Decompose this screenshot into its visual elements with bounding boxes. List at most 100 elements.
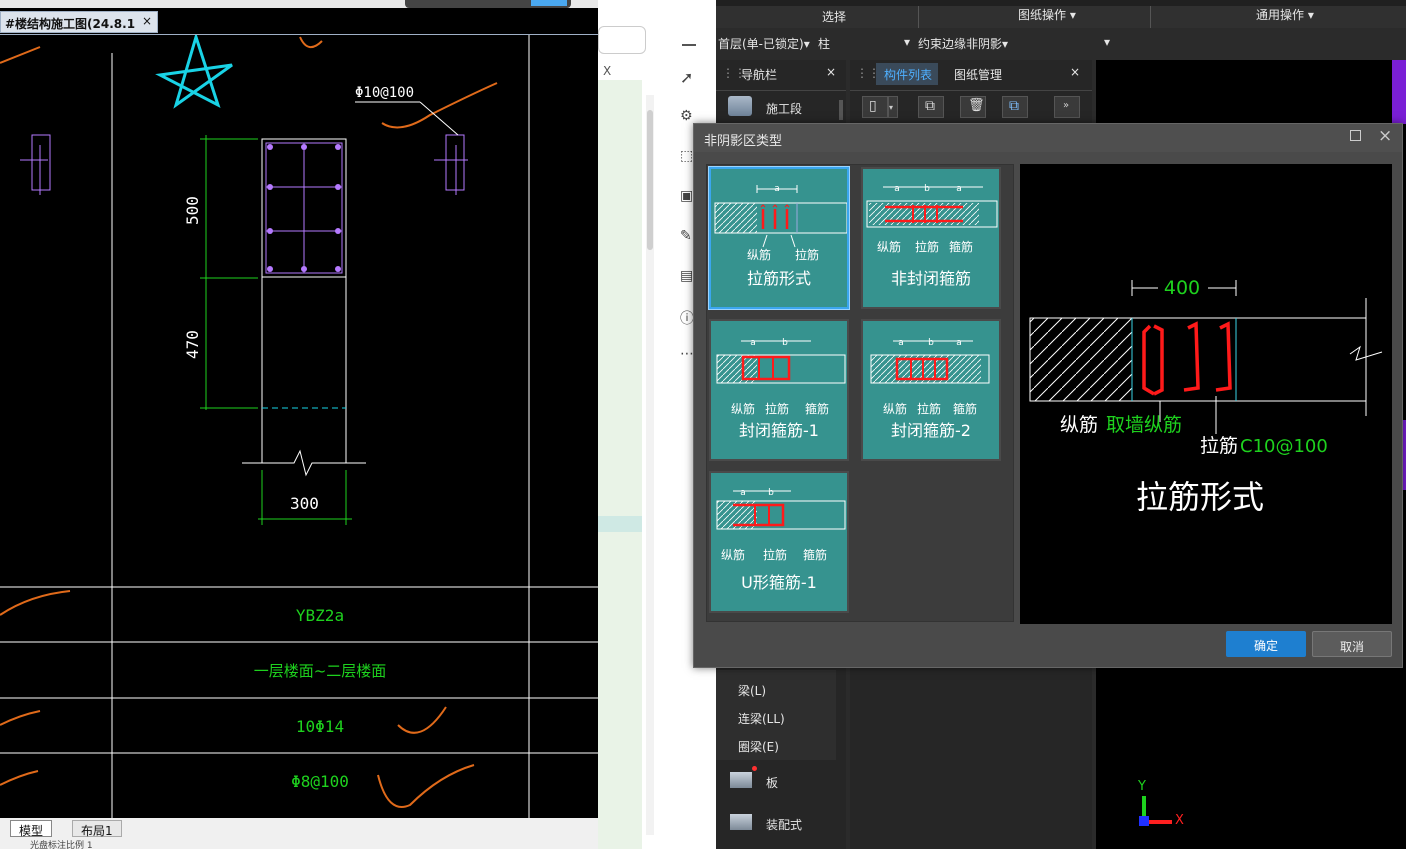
cad-tab-close-icon[interactable]: × xyxy=(142,14,152,28)
nav-item-coupling-beam[interactable]: 连梁(LL) xyxy=(738,710,785,727)
option-u-stirrup-1[interactable]: a b 纵筋 拉筋 箍筋 U形箍筋-1 xyxy=(709,471,849,613)
option-tie-bar-form[interactable]: a 纵筋 拉筋 拉筋形式 xyxy=(708,166,850,310)
type-combo-value: 柱 xyxy=(818,37,831,51)
preview-diagram: 400 纵筋 取墙纵筋 拉筋 C10@100 拉筋形式 xyxy=(1029,276,1383,516)
annot-long-rebar: 纵筋 xyxy=(877,239,901,254)
annot-stirrup: 箍筋 xyxy=(949,239,973,254)
annot-stirrup: 箍筋 xyxy=(953,401,977,416)
double-chevron-right-icon: » xyxy=(1063,100,1070,111)
cad-table-name: YBZ2a xyxy=(296,606,344,625)
screen: #楼结构施工图(24.8.1 × 500 470 300 Φ10@100 YBZ… xyxy=(0,0,1406,849)
annot-tie-bar: 拉筋 xyxy=(917,401,941,416)
more-icon[interactable]: ⋯ xyxy=(680,346,694,362)
preview-pane: 400 纵筋 取墙纵筋 拉筋 C10@100 拉筋形式 xyxy=(1020,164,1392,624)
adjust-icon[interactable]: ⚙ xyxy=(680,108,693,124)
axis-y-label: Y xyxy=(1138,779,1146,794)
nav-sublist: 梁(L) 连梁(LL) 圈梁(E) xyxy=(716,670,836,760)
dialog-title: 非阴影区类型 xyxy=(704,134,783,149)
tab-model[interactable]: 模型 xyxy=(10,820,53,838)
annot-long-rebar: 纵筋 xyxy=(731,401,755,416)
menu-select[interactable]: 选择 xyxy=(822,8,846,25)
floating-toolbar-active-button[interactable] xyxy=(531,0,567,6)
cancel-button[interactable]: 取消 xyxy=(1312,631,1392,657)
ok-button[interactable]: 确定 xyxy=(1226,631,1306,657)
layer-copy-button[interactable]: ⧉ xyxy=(1002,96,1028,118)
divider xyxy=(850,90,1092,91)
construction-segment-icon xyxy=(728,96,752,116)
mid-scrollbar-thumb[interactable] xyxy=(647,110,653,250)
option-closed-stirrup-2[interactable]: a b a 纵筋 拉筋 箍筋 封闭箍筋-2 xyxy=(861,319,1001,461)
crop-icon[interactable]: ⬚ xyxy=(680,148,693,164)
tab-layout1[interactable]: 布局1 xyxy=(72,820,122,838)
mid-search-box[interactable] xyxy=(598,26,646,54)
menu-common-ops-label: 通用操作 xyxy=(1256,8,1305,22)
axis-origin xyxy=(1139,816,1149,826)
nav-item-beam[interactable]: 梁(L) xyxy=(738,682,766,699)
menu-drawing-ops[interactable]: 图纸操作 ▾ xyxy=(1018,6,1076,23)
dim-a-label: a xyxy=(740,488,746,498)
more-button[interactable]: » xyxy=(1054,96,1080,118)
menu-common-ops[interactable]: 通用操作 ▾ xyxy=(1256,6,1314,23)
nav-item-ring-beam[interactable]: 圈梁(E) xyxy=(738,738,779,755)
annot-stirrup: 箍筋 xyxy=(803,547,827,562)
copy-button[interactable]: ⧉ xyxy=(918,96,944,118)
preview-label-long: 纵筋 xyxy=(1060,414,1098,436)
help-icon[interactable]: ⓘ xyxy=(680,308,694,328)
menu-drawing-ops-label: 图纸操作 xyxy=(1018,8,1067,22)
layer-copy-icon: ⧉ xyxy=(1009,98,1019,114)
cad-dim-470: 470 xyxy=(183,330,202,359)
floor-combo[interactable]: 首层(单-已锁定)▾ xyxy=(718,35,814,52)
annot-tie-bar: 拉筋 xyxy=(763,547,787,562)
cad-drawing-canvas[interactable]: 500 470 300 Φ10@100 YBZ2a 一层楼面~二层楼面 10Φ1… xyxy=(0,35,598,818)
slab-icon xyxy=(730,772,752,788)
dim-b-label: b xyxy=(928,338,934,348)
preview-title: 拉筋形式 xyxy=(1136,478,1264,516)
nav-title: 导航栏 xyxy=(741,68,778,82)
purple-edge xyxy=(1392,60,1406,124)
book-icon[interactable]: ▤ xyxy=(680,268,693,284)
nav-item-slab[interactable]: 板 xyxy=(766,774,778,791)
new-file-icon: ▯ xyxy=(869,98,877,114)
cad-table-range: 一层楼面~二层楼面 xyxy=(254,662,387,680)
preview-dim: 400 xyxy=(1164,277,1200,299)
nav-close-icon[interactable]: × xyxy=(826,65,836,79)
maximize-icon[interactable] xyxy=(1350,130,1361,141)
non-shadow-type-dialog: 非阴影区类型 × a 纵筋 拉筋 拉筋形式 a b a 纵筋 拉筋 箍筋 非封闭… xyxy=(693,123,1403,668)
delete-button[interactable]: 🗑 xyxy=(960,96,986,118)
cad-dim-500: 500 xyxy=(183,196,202,225)
mid-close-icon[interactable]: X xyxy=(603,64,611,78)
tab-component-list[interactable]: 构件列表 xyxy=(876,63,938,85)
cad-table-long-rebar: 10Φ14 xyxy=(296,717,344,736)
dim-a-label: a xyxy=(956,338,962,348)
cursor-icon[interactable]: ➚ xyxy=(680,68,693,87)
annot-tie-bar: 拉筋 xyxy=(915,239,939,254)
sub-combo[interactable]: 约束边缘非阴影▾ ▾ xyxy=(918,35,1114,52)
option-label: 拉筋形式 xyxy=(746,269,811,288)
nav-scrollbar-thumb[interactable] xyxy=(839,100,843,120)
nav-item-construction[interactable]: 施工段 xyxy=(766,100,802,117)
trash-icon: 🗑 xyxy=(968,98,985,113)
cad-document-tab[interactable]: #楼结构施工图(24.8.1 × xyxy=(0,11,158,33)
tab-drawing-management[interactable]: 图纸管理 xyxy=(954,66,1002,83)
minimize-icon[interactable] xyxy=(682,44,696,46)
panel-close-icon[interactable]: × xyxy=(1070,65,1080,79)
type-combo[interactable]: 柱 ▾ xyxy=(818,35,914,52)
annot-stirrup: 箍筋 xyxy=(805,401,829,416)
dialog-titlebar[interactable]: 非阴影区类型 xyxy=(694,124,1402,152)
gtj-ribbon-group-bar: 选择 图纸操作 ▾ 通用操作 ▾ xyxy=(716,6,1406,28)
cad-status-text: 光盘标注比例 1 xyxy=(30,841,93,849)
assembly-icon xyxy=(730,814,752,830)
divider xyxy=(716,90,846,91)
option-closed-stirrup-1[interactable]: a b 纵筋 拉筋 箍筋 封闭箍筋-1 xyxy=(709,319,849,461)
cad-status-bar: 光盘标注比例 1 xyxy=(0,838,598,849)
close-icon[interactable]: × xyxy=(1378,126,1392,146)
cad-window: #楼结构施工图(24.8.1 × 500 470 300 Φ10@100 YBZ… xyxy=(0,0,598,849)
annot-tie-bar: 拉筋 xyxy=(765,401,789,416)
sub-combo-value: 约束边缘非阴影 xyxy=(918,37,1003,51)
new-dropdown-chevron-icon[interactable]: ▾ xyxy=(888,96,898,118)
nav-item-assembly[interactable]: 装配式 xyxy=(766,816,802,833)
image-icon[interactable]: ▣ xyxy=(680,188,693,204)
option-open-stirrup[interactable]: a b a 纵筋 拉筋 箍筋 非封闭箍筋 xyxy=(861,167,1001,309)
tool-icon[interactable]: ✎ xyxy=(680,228,692,244)
new-component-button[interactable]: ▯ xyxy=(862,96,888,118)
